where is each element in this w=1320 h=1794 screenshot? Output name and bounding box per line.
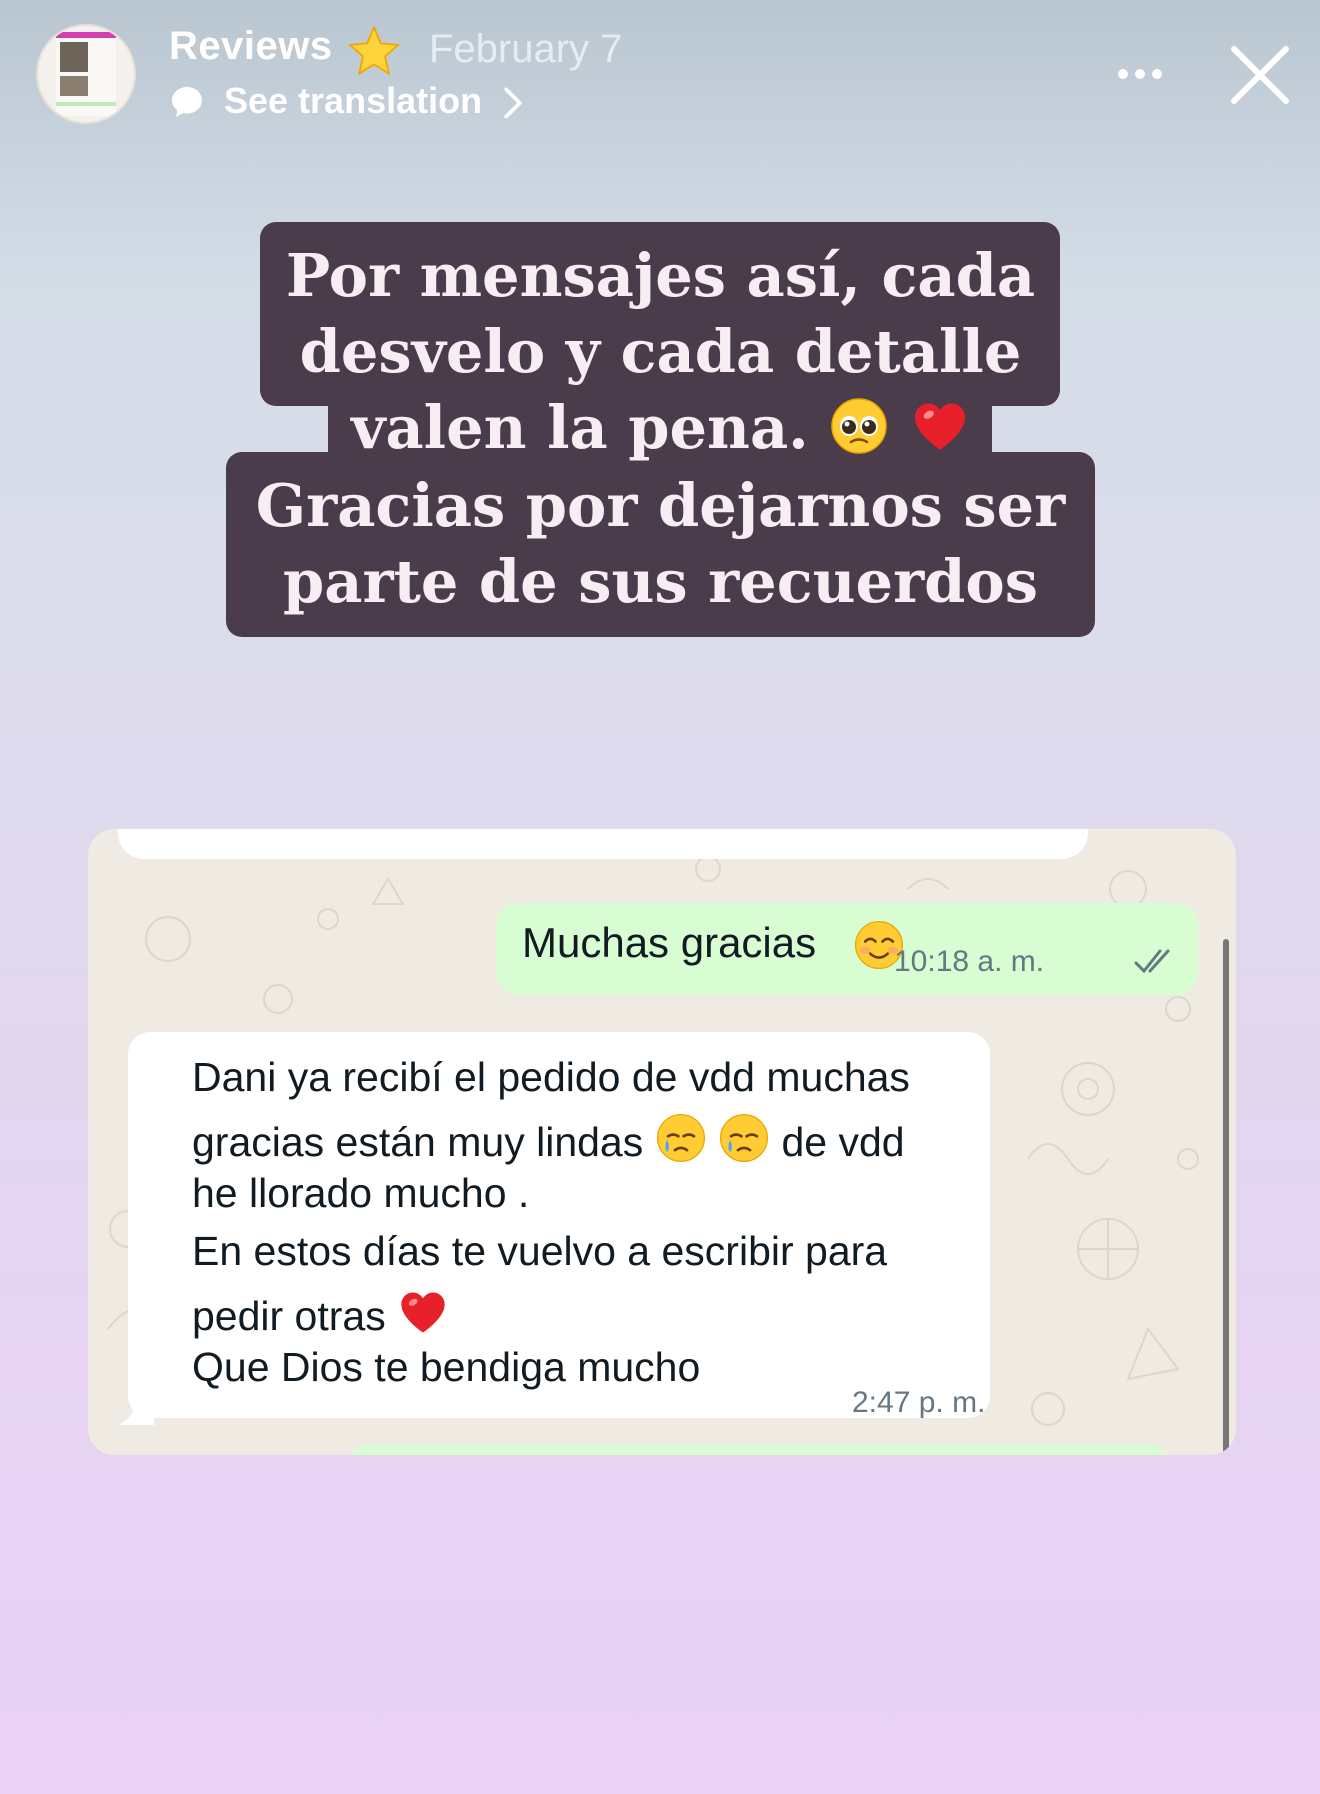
speech-bubble-icon — [172, 87, 202, 117]
red-heart-icon — [914, 403, 965, 450]
avatar[interactable] — [36, 24, 136, 124]
received-message-line: he llorado mucho . — [192, 1170, 530, 1216]
received-message-text: gracias están muy lindas — [192, 1119, 644, 1165]
sent-message-bubble[interactable]: Muchas gracias 10:18 a. m. — [496, 903, 1198, 995]
caption-line-with-emoji: valen la pena. — [226, 390, 1095, 466]
story-title[interactable]: Reviews — [169, 24, 333, 69]
received-message-bubble[interactable]: Dani ya recibí el pedido de vdd muchas g… — [128, 1032, 990, 1419]
received-message-line: Que Dios te bendiga mucho — [192, 1344, 701, 1390]
story-date: February 7 — [429, 27, 623, 71]
close-icon[interactable] — [1228, 43, 1292, 107]
face-holding-back-tears-icon — [719, 1113, 769, 1163]
caption-line: parte de sus recuerdos — [283, 547, 1038, 616]
see-translation-label: See translation — [224, 80, 483, 121]
received-message-line-with-emoji: gracias están muy lindas de vdd — [192, 1112, 905, 1166]
pleading-face-icon — [831, 398, 888, 454]
caption-line: Por mensajes así, cada — [285, 241, 1036, 310]
caption-line: desvelo y cada detalle — [299, 317, 1022, 386]
star-icon — [347, 25, 401, 76]
next-message-bubble — [348, 1445, 1168, 1455]
double-check-icon — [1134, 949, 1170, 974]
red-heart-icon — [401, 1292, 445, 1333]
received-message-line-with-emoji: pedir otras — [192, 1286, 449, 1340]
received-message-text: pedir otras — [192, 1293, 386, 1339]
chat-screenshot: 10:12 a. m. Muchas gracias 10:18 a. m. D… — [88, 829, 1236, 1455]
chat-scrollbar — [1223, 939, 1229, 1455]
chevron-right-icon — [504, 87, 522, 119]
avatar-thumbnail — [56, 32, 116, 116]
more-options-icon[interactable] — [1115, 62, 1165, 86]
sent-message-text: Muchas gracias — [522, 919, 817, 966]
received-message-text: de vdd — [781, 1119, 905, 1165]
sent-message-time: 10:18 a. m. — [894, 945, 1045, 978]
story-header: Reviews February 7 See translation — [0, 0, 1320, 140]
received-message-line: En estos días te vuelvo a escribir para — [192, 1228, 888, 1274]
received-message-line: Dani ya recibí el pedido de vdd muchas — [192, 1054, 910, 1100]
caption-line: valen la pena. — [351, 393, 809, 462]
received-message-time: 2:47 p. m. — [852, 1386, 986, 1419]
previous-message-time: 10:12 a. m. — [825, 829, 976, 848]
caption-line: Gracias por dejarnos ser — [255, 471, 1066, 540]
face-holding-back-tears-icon — [656, 1113, 705, 1163]
